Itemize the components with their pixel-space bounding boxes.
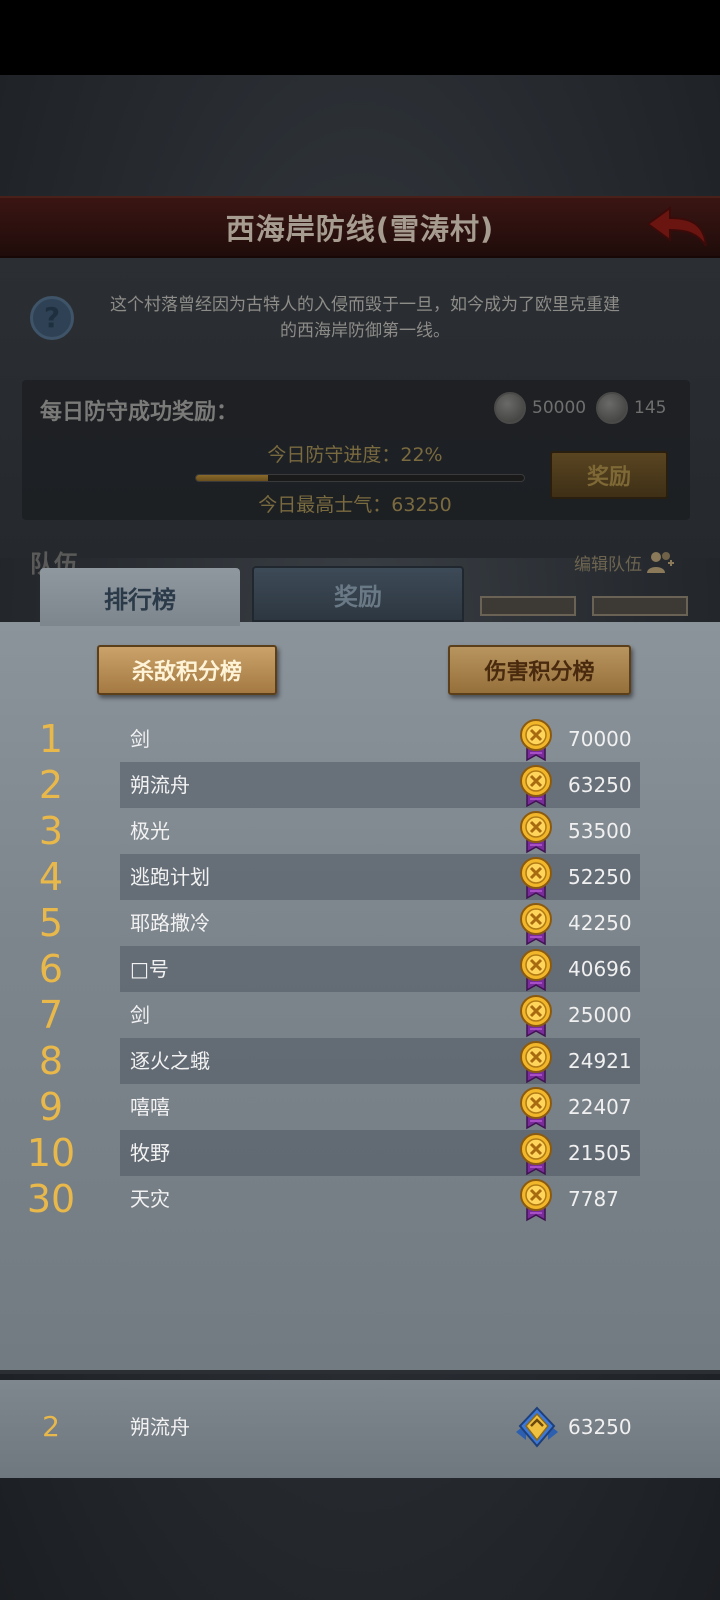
ranking-row: 5 耶路撒冷 42250	[0, 900, 720, 946]
rank-number: 10	[26, 1131, 76, 1175]
player-name: 朔流舟	[130, 773, 190, 797]
resource-stone-amount: 145	[634, 398, 667, 418]
defense-progress-text: 今日防守进度：22%	[267, 444, 443, 466]
ranking-row: 6 □号 40696	[0, 946, 720, 992]
ranking-row: 10 牧野 21505	[0, 1130, 720, 1176]
my-rank-bar: 2 朔流舟 63250	[0, 1380, 720, 1478]
player-name: 牧野	[130, 1141, 170, 1165]
location-description: 这个村落曾经因为古特人的入侵而毁于一旦，如今成为了欧里克重建 的西海岸防御第一线…	[80, 292, 650, 344]
player-name: 耶路撒冷	[130, 911, 210, 935]
ranking-row: 30 天灾 7787	[0, 1176, 720, 1222]
rank-number: 8	[38, 1039, 64, 1083]
my-rank-number: 2	[42, 1410, 60, 1443]
reward-button[interactable]: 奖励	[550, 451, 668, 499]
rank-number: 30	[26, 1177, 76, 1221]
gold-medal-icon	[519, 1040, 553, 1084]
player-score: 24921	[568, 1049, 632, 1073]
header-banner: 西海岸防线(雪涛村)	[0, 196, 720, 258]
player-score: 22407	[568, 1095, 632, 1119]
player-name: 剑	[130, 1003, 150, 1027]
my-player-score: 63250	[568, 1415, 632, 1439]
player-name: 逐火之蛾	[130, 1049, 210, 1073]
team-member-thumb-1[interactable]	[480, 596, 576, 616]
player-name: 嘻嘻	[130, 1095, 170, 1119]
ranking-list: 1 剑 70000 2 朔流舟 63250 3 极光 53500 4 逃跑计划 …	[0, 716, 720, 1222]
ranking-row: 1 剑 70000	[0, 716, 720, 762]
ranking-row: 7 剑 25000	[0, 992, 720, 1038]
rank-number: 5	[38, 901, 64, 945]
player-score: 70000	[568, 727, 632, 751]
resource-stone: 145	[596, 392, 666, 424]
tab-ranking[interactable]: 排行榜	[40, 568, 240, 626]
back-arrow-icon[interactable]	[644, 206, 710, 252]
rank-number: 6	[38, 947, 64, 991]
player-score: 40696	[568, 957, 632, 981]
gold-medal-icon	[519, 810, 553, 854]
stone-icon	[596, 392, 628, 424]
player-score: 53500	[568, 819, 632, 843]
player-score: 25000	[568, 1003, 632, 1027]
rank-number: 9	[38, 1085, 64, 1129]
ranking-row: 8 逐火之蛾 24921	[0, 1038, 720, 1084]
description-line-1: 这个村落曾经因为古特人的入侵而毁于一旦，如今成为了欧里克重建	[110, 295, 620, 315]
gold-medal-icon	[519, 1132, 553, 1176]
gold-medal-icon	[519, 718, 553, 762]
player-score: 21505	[568, 1141, 632, 1165]
rank-number: 2	[38, 763, 64, 807]
kill-score-board-button[interactable]: 杀敌积分榜	[97, 645, 277, 695]
gold-medal-icon	[519, 856, 553, 900]
resource-silver-amount: 50000	[532, 398, 587, 418]
player-name: □号	[130, 957, 169, 981]
ranking-row: 9 嘻嘻 22407	[0, 1084, 720, 1130]
defense-progress-fill	[196, 475, 269, 481]
edit-team-label: 编辑队伍	[574, 554, 642, 575]
description-line-2: 的西海岸防御第一线。	[280, 321, 450, 341]
max-morale-text: 今日最高士气：63250	[258, 494, 452, 516]
gold-medal-icon	[519, 1178, 553, 1222]
team-member-thumb-2[interactable]	[592, 596, 688, 616]
team-add-icon	[647, 552, 674, 573]
edit-team-button[interactable]: 编辑队伍	[574, 549, 676, 575]
damage-score-board-button[interactable]: 伤害积分榜	[448, 645, 631, 695]
rank-number: 4	[38, 855, 64, 899]
player-name: 天灾	[130, 1187, 170, 1211]
gold-medal-icon	[519, 994, 553, 1038]
rank-number: 7	[38, 993, 64, 1037]
ranking-row: 3 极光 53500	[0, 808, 720, 854]
tab-rewards[interactable]: 奖励	[252, 566, 464, 622]
player-score: 7787	[568, 1187, 619, 1211]
gold-medal-icon	[519, 1086, 553, 1130]
rank-number: 1	[38, 717, 64, 761]
resource-silver: 50000	[494, 392, 586, 424]
rank-badge-icon	[516, 1406, 558, 1448]
player-name: 极光	[130, 819, 170, 843]
gold-medal-icon	[519, 902, 553, 946]
status-bar	[0, 0, 720, 75]
player-score: 52250	[568, 865, 632, 889]
rank-number: 3	[38, 809, 64, 853]
gold-medal-icon	[519, 764, 553, 808]
player-score: 42250	[568, 911, 632, 935]
player-score: 63250	[568, 773, 632, 797]
daily-reward-label: 每日防守成功奖励：	[40, 400, 239, 425]
page-title: 西海岸防线(雪涛村)	[225, 212, 495, 246]
gold-medal-icon	[519, 948, 553, 992]
player-name: 逃跑计划	[130, 865, 210, 889]
my-player-name: 朔流舟	[130, 1415, 190, 1439]
silver-coin-icon	[494, 392, 526, 424]
ranking-row: 4 逃跑计划 52250	[0, 854, 720, 900]
ranking-row: 2 朔流舟 63250	[0, 762, 720, 808]
player-name: 剑	[130, 727, 150, 751]
defense-progress-bar	[195, 474, 525, 482]
help-icon[interactable]: ?	[30, 296, 74, 340]
